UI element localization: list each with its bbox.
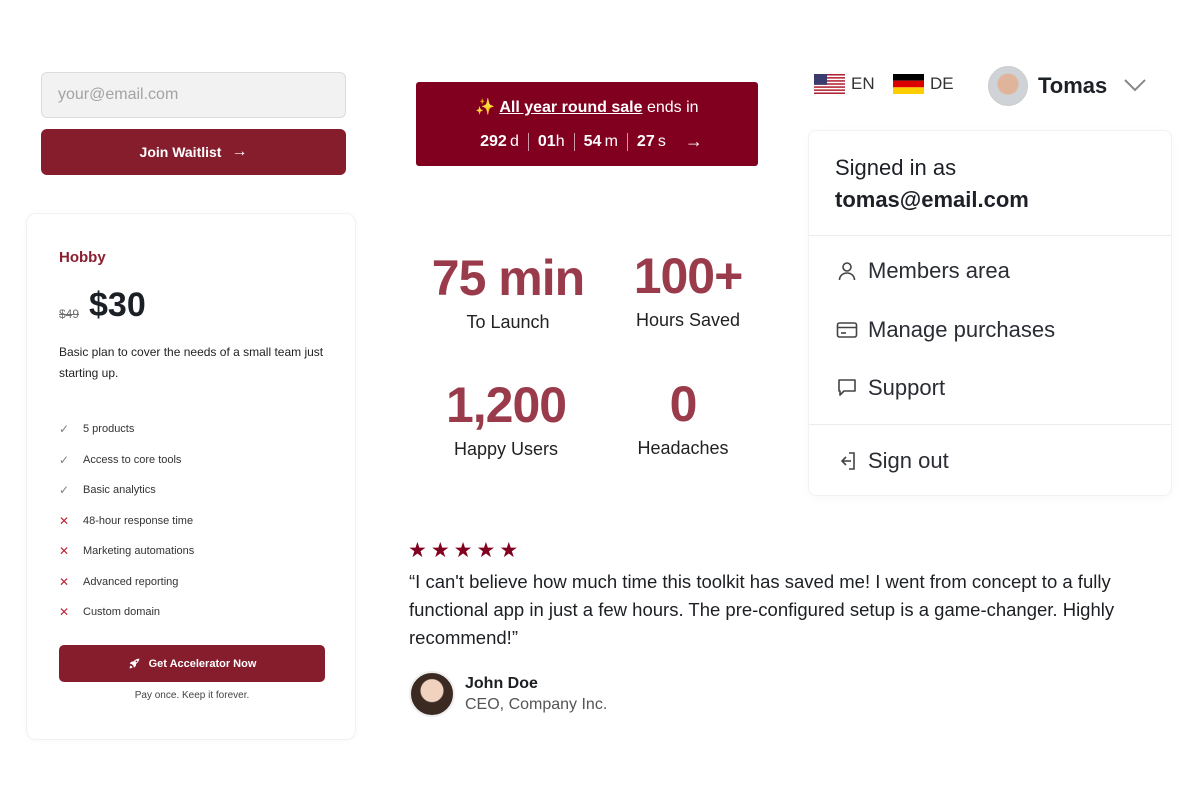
pricing-card: Hobby $49 $30 Basic plan to cover the ne… xyxy=(26,213,356,740)
pay-note: Pay once. Keep it forever. xyxy=(134,690,250,701)
feature-label: 48-hour response time xyxy=(83,514,194,527)
menu-item-manage-purchases[interactable]: Manage purchases xyxy=(835,317,1055,343)
menu-item-support[interactable]: Support xyxy=(835,375,945,401)
feature-item: ✓ Access to core tools xyxy=(59,445,194,476)
check-icon: ✓ xyxy=(59,483,70,498)
menu-item-members-area[interactable]: Members area xyxy=(835,258,1010,284)
star-icon: ★ xyxy=(430,539,450,562)
author-avatar xyxy=(409,671,455,717)
cross-icon: ✕ xyxy=(59,574,70,589)
stat-headaches: 0 Headaches xyxy=(583,376,783,459)
chevron-down-icon xyxy=(1124,79,1146,92)
sign-out-icon xyxy=(840,452,855,470)
join-waitlist-button[interactable]: Join Waitlist → xyxy=(41,129,346,175)
testimonial-quote: “I can't believe how much time this tool… xyxy=(409,571,1115,648)
plan-name: Hobby xyxy=(59,249,106,266)
get-accelerator-button[interactable]: Get Accelerator Now xyxy=(59,645,325,682)
check-icon: ✓ xyxy=(59,422,70,437)
feature-label: Access to core tools xyxy=(83,453,182,466)
star-rating: ★ ★ ★ ★ ★ xyxy=(408,538,518,563)
menu-item-label: Support xyxy=(868,375,946,400)
menu-item-label: Sign out xyxy=(868,448,949,473)
user-name: Tomas xyxy=(1038,73,1108,98)
menu-item-sign-out[interactable]: Sign out xyxy=(835,448,949,474)
language-en[interactable]: EN xyxy=(814,74,875,94)
credit-card-icon xyxy=(836,322,858,338)
countdown-hours: 01h xyxy=(527,132,574,151)
signed-in-label: Signed in as xyxy=(835,155,957,180)
plan-description: Basic plan to cover the needs of a small… xyxy=(59,345,324,380)
feature-list: ✓ 5 products ✓ Access to core tools ✓ Basic… xyxy=(59,414,194,628)
star-icon: ★ xyxy=(408,539,427,562)
user-icon xyxy=(838,262,856,281)
de-flag-icon xyxy=(893,74,924,94)
price: $30 xyxy=(89,286,146,324)
get-accelerator-label: Get Accelerator Now xyxy=(148,657,257,670)
star-icon: ★ xyxy=(453,539,473,562)
sale-suffix: ends in xyxy=(642,99,699,116)
sale-headline: ✨ All year round sale ends in xyxy=(416,97,758,117)
author-title: CEO, Company Inc. xyxy=(465,696,608,713)
divider xyxy=(809,235,1171,236)
user-dropdown: Signed in as tomas@email.com Members are… xyxy=(808,130,1172,496)
stat-value: 75 min xyxy=(431,250,585,306)
feature-item: ✓ Basic analytics xyxy=(59,475,194,506)
user-menu-trigger[interactable]: Tomas xyxy=(972,60,1170,118)
join-waitlist-label: Join Waitlist xyxy=(139,144,222,160)
feature-label: Marketing automations xyxy=(83,545,195,558)
stat-happy-users: 1,200 Happy Users xyxy=(406,377,606,460)
cross-icon: ✕ xyxy=(59,605,70,620)
countdown-seconds: 27 s xyxy=(626,132,675,151)
divider xyxy=(809,424,1171,425)
language-label: EN xyxy=(851,74,875,93)
stat-value: 0 xyxy=(669,376,698,432)
countdown-days: 292 d xyxy=(480,132,519,150)
cross-icon: ✕ xyxy=(59,544,70,559)
old-price: $49 xyxy=(59,307,80,321)
menu-item-label: Manage purchases xyxy=(868,317,1056,342)
menu-item-label: Members area xyxy=(868,258,1010,283)
email-input[interactable] xyxy=(41,72,346,118)
stat-label: To Launch xyxy=(466,312,550,332)
author-name: John Doe xyxy=(465,675,538,692)
language-de[interactable]: DE xyxy=(893,74,954,94)
stat-to-launch: 75 min To Launch xyxy=(408,250,608,333)
feature-item: ✕ Marketing automations xyxy=(59,536,194,567)
sparkle-icon: ✨ xyxy=(475,99,496,116)
star-icon: ★ xyxy=(499,539,519,562)
feature-item: ✕ Custom domain xyxy=(59,597,194,628)
feature-label: Custom domain xyxy=(83,606,161,619)
check-icon: ✓ xyxy=(59,452,70,467)
stat-label: Hours Saved xyxy=(635,310,741,330)
cross-icon: ✕ xyxy=(59,513,70,528)
feature-label: Basic analytics xyxy=(83,484,156,497)
star-icon: ★ xyxy=(476,539,496,562)
feature-item: ✕ Advanced reporting xyxy=(59,567,194,598)
countdown-minutes: 54 m xyxy=(573,132,627,151)
sale-banner[interactable]: ✨ All year round sale ends in 292 d 01h 5… xyxy=(416,82,758,166)
stat-hours-saved: 100+ Hours Saved xyxy=(588,248,788,331)
chat-bubble-icon xyxy=(838,379,856,396)
stat-label: Happy Users xyxy=(453,439,559,459)
feature-label: Advanced reporting xyxy=(83,575,179,588)
avatar xyxy=(988,66,1028,106)
stat-value: 1,200 xyxy=(445,377,567,433)
feature-item: ✕ 48-hour response time xyxy=(59,506,194,537)
feature-item: ✓ 5 products xyxy=(59,414,194,445)
feature-label: 5 products xyxy=(83,423,135,436)
signed-in-email: tomas@email.com xyxy=(835,187,1029,212)
stat-label: Headaches xyxy=(637,438,729,458)
arrow-right-icon: → xyxy=(684,131,703,151)
arrow-right-icon: → xyxy=(231,143,248,160)
stat-value: 100+ xyxy=(633,248,744,304)
us-flag-icon xyxy=(814,74,845,94)
rocket-icon xyxy=(129,658,139,669)
countdown: 292 d 01h 54 m 27 s → xyxy=(416,131,758,152)
sale-link[interactable]: All year round sale xyxy=(499,99,642,116)
language-label: DE xyxy=(930,74,954,93)
